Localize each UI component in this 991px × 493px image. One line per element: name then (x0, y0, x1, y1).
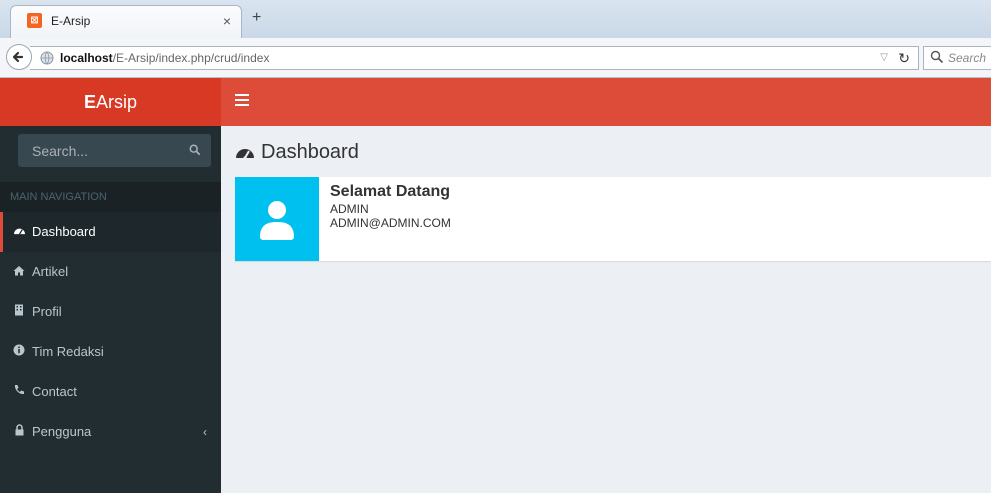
globe-icon (40, 51, 54, 65)
new-tab-button[interactable]: + (252, 9, 261, 27)
tab-title: E-Arsip (51, 14, 91, 28)
url-path: /E-Arsip/index.php/crud/index (112, 51, 270, 65)
back-arrow-icon (12, 51, 24, 63)
top-navbar (221, 78, 991, 126)
sidebar-item-pengguna[interactable]: Pengguna ‹ (0, 412, 221, 452)
welcome-text: Selamat Datang ADMIN ADMIN@ADMIN.COM (330, 183, 451, 230)
sidebar-item-dashboard[interactable]: Dashboard (0, 212, 221, 252)
sidebar-item-artikel[interactable]: Artikel (0, 252, 221, 292)
xampp-favicon-icon: ⊠ (27, 13, 42, 28)
sidebar-item-label: Pengguna (32, 424, 92, 439)
browser-search-box[interactable]: Search (923, 46, 991, 70)
welcome-title: Selamat Datang (330, 183, 451, 200)
dashboard-icon (235, 143, 255, 166)
app-logo[interactable]: EArsip (0, 78, 221, 126)
info-icon (12, 332, 26, 372)
tab-close-icon[interactable]: × (223, 13, 231, 29)
url-text: localhost/E-Arsip/index.php/crud/index (60, 51, 269, 65)
sidebar-search-input[interactable]: Search... (18, 134, 211, 167)
sidebar-search-placeholder: Search... (32, 143, 89, 159)
sidebar-item-contact[interactable]: Contact (0, 372, 221, 412)
dashboard-icon (12, 212, 26, 252)
search-icon (930, 50, 944, 64)
main-content: Dashboard Selamat Datang ADMIN ADMIN@ADM… (221, 126, 991, 493)
sidebar-item-label: Dashboard (32, 224, 96, 239)
back-button[interactable] (6, 44, 32, 70)
url-dropdown-icon[interactable]: ▽ (880, 52, 888, 63)
browser-tab[interactable]: ⊠ E-Arsip × (10, 5, 242, 38)
sidebar-item-label: Tim Redaksi (32, 344, 104, 359)
user-email: ADMIN@ADMIN.COM (330, 216, 451, 230)
sidebar: Search... MAIN NAVIGATION Dashboard Arti… (0, 126, 221, 493)
user-icon (235, 177, 319, 261)
home-icon (12, 252, 26, 292)
sidebar-item-label: Artikel (32, 264, 69, 279)
url-bar[interactable]: localhost/E-Arsip/index.php/crud/index ▽… (30, 46, 919, 70)
building-icon (12, 292, 26, 332)
browser-tabstrip: ⊠ E-Arsip × + (0, 0, 991, 38)
welcome-info-box: Selamat Datang ADMIN ADMIN@ADMIN.COM (235, 177, 991, 261)
reload-icon[interactable]: ↻ (898, 50, 910, 67)
nav-header: MAIN NAVIGATION (0, 182, 221, 212)
chevron-left-icon[interactable]: ‹ (203, 412, 207, 452)
browser-navbar: localhost/E-Arsip/index.php/crud/index ▽… (0, 38, 991, 78)
url-host: localhost (60, 51, 113, 65)
phone-icon (12, 372, 26, 412)
sidebar-item-label: Contact (32, 384, 77, 399)
sidebar-item-tim-redaksi[interactable]: Tim Redaksi (0, 332, 221, 372)
sidebar-item-label: Profil (32, 304, 62, 319)
sidebar-toggle-icon[interactable] (235, 94, 249, 109)
page-title: Dashboard (235, 141, 359, 166)
search-icon[interactable] (189, 144, 201, 156)
browser-search-placeholder: Search (948, 51, 987, 65)
lock-icon (12, 412, 26, 452)
page-title-text: Dashboard (261, 141, 359, 163)
logo-rest: Arsip (96, 92, 138, 112)
user-name: ADMIN (330, 202, 369, 216)
sidebar-item-profil[interactable]: Profil (0, 292, 221, 332)
app: EArsip Search... MAIN NAVIGATION Dashboa… (0, 78, 991, 493)
logo-bold: E (83, 92, 96, 112)
